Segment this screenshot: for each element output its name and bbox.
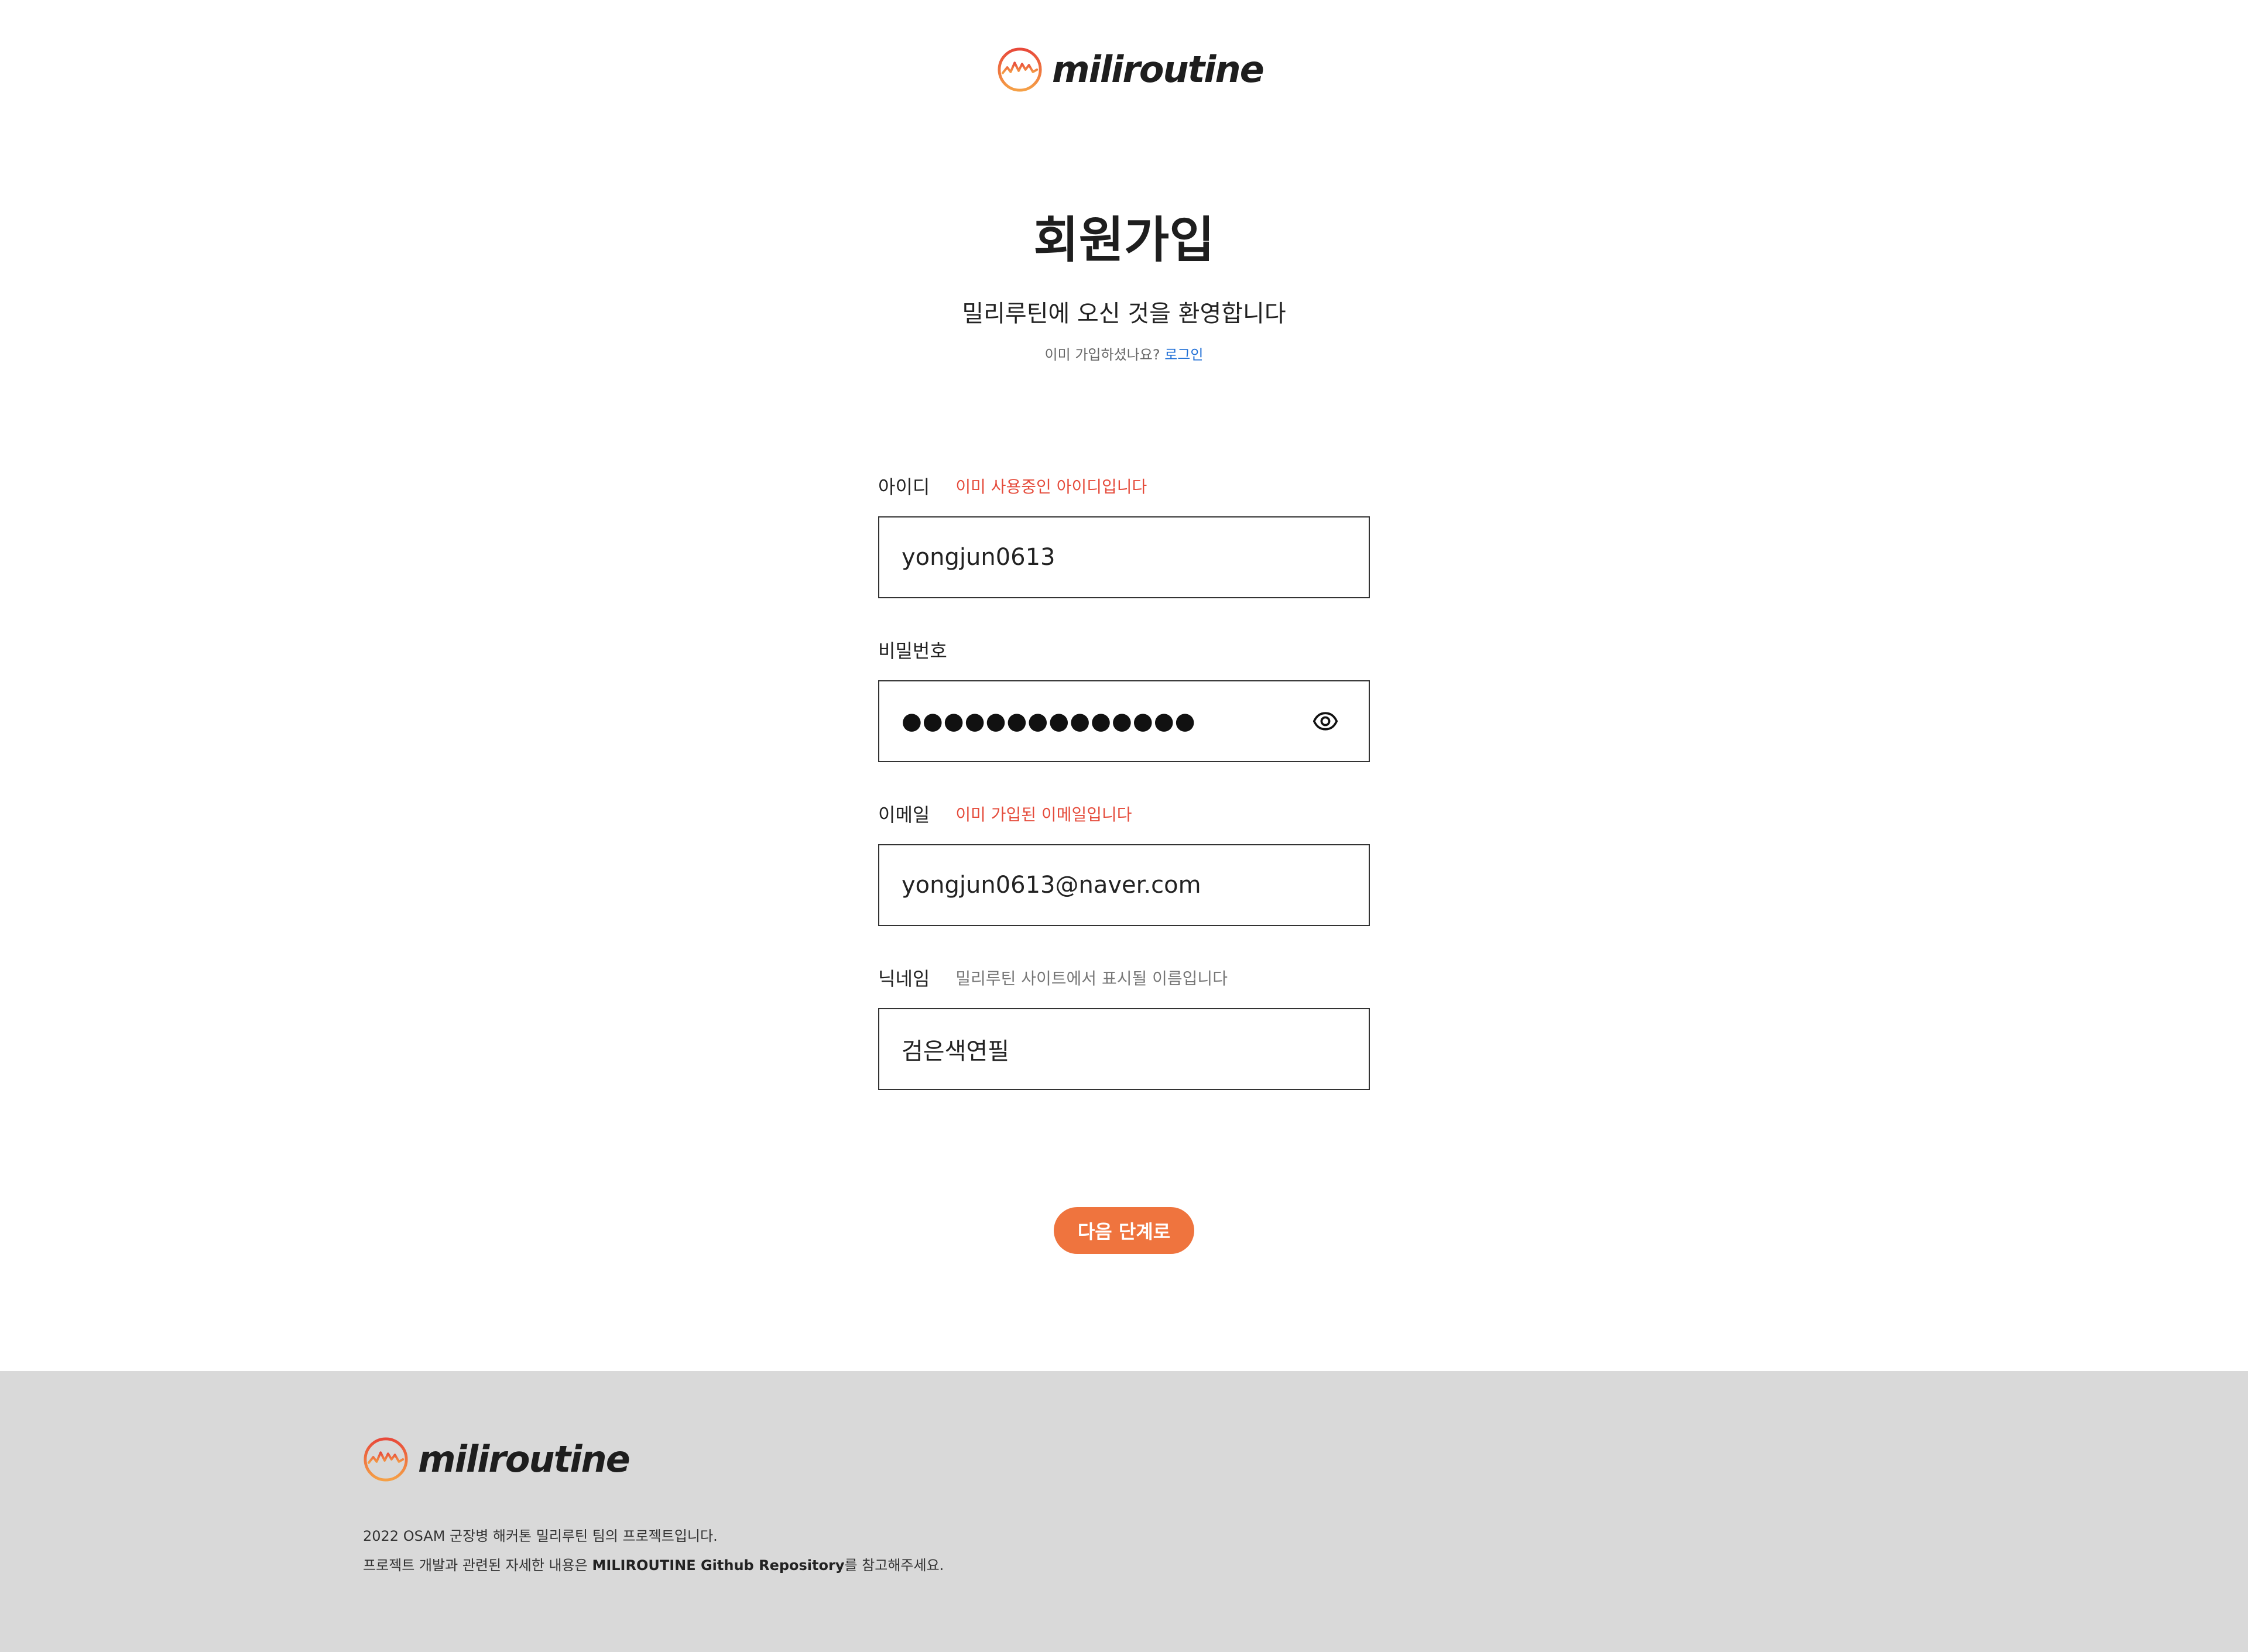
footer-repo-prefix: 프로젝트 개발과 관련된 자세한 내용은 <box>363 1557 592 1574</box>
eye-icon <box>1313 712 1338 731</box>
login-link[interactable]: 로그인 <box>1164 347 1203 363</box>
username-input[interactable] <box>879 517 1311 597</box>
email-label: 이메일 <box>878 804 930 826</box>
email-field-group: 이메일 이미 가입된 이메일입니다 <box>878 803 1370 926</box>
password-input[interactable]: ●●●●●●●●●●●●●● <box>878 680 1370 762</box>
nickname-field-group: 닉네임 밀리루틴 사이트에서 표시될 이름입니다 <box>878 967 1370 1090</box>
show-password-button[interactable] <box>1308 704 1343 739</box>
footer-repo-text: 프로젝트 개발과 관련된 자세한 내용은 MILIROUTINE Github … <box>363 1558 944 1572</box>
mountain-circle-icon <box>364 1437 408 1482</box>
nickname-input[interactable] <box>879 1009 1311 1089</box>
password-label: 비밀번호 <box>878 640 947 662</box>
password-masked-value: ●●●●●●●●●●●●●● <box>902 708 1196 735</box>
footer-repo-suffix: 를 참고해주세요. <box>844 1557 944 1574</box>
nickname-label: 닉네임 <box>878 968 930 990</box>
footer-logo[interactable]: miliroutine <box>363 1434 630 1485</box>
mountain-circle-icon <box>998 47 1042 92</box>
page-subtitle: 밀리루틴에 오신 것을 환영합니다 <box>962 300 1286 327</box>
email-input-box <box>878 844 1370 926</box>
already-registered-text: 이미 가입하셨나요? <box>1044 347 1160 363</box>
footer: miliroutine 2022 OSAM 군장병 해커톤 밀리루틴 팀의 프로… <box>0 1371 2248 1652</box>
username-input-box <box>878 516 1370 598</box>
header-logo[interactable]: miliroutine <box>997 44 1264 95</box>
username-field-group: 아이디 이미 사용중인 아이디입니다 <box>878 475 1370 598</box>
nickname-input-box <box>878 1008 1370 1090</box>
email-error-message: 이미 가입된 이메일입니다 <box>955 805 1132 824</box>
github-repository-link[interactable]: MILIROUTINE Github Repository <box>592 1557 844 1574</box>
footer-project-text: 2022 OSAM 군장병 해커톤 밀리루틴 팀의 프로젝트입니다. <box>363 1528 718 1544</box>
nickname-hint: 밀리루틴 사이트에서 표시될 이름입니다 <box>955 969 1228 988</box>
email-input[interactable] <box>879 845 1311 925</box>
next-step-button[interactable]: 다음 단계로 <box>1054 1207 1194 1254</box>
password-field-group: 비밀번호 ●●●●●●●●●●●●●● <box>878 639 1370 762</box>
already-registered-prompt: 이미 가입하셨나요? 로그인 <box>0 348 2248 362</box>
footer-brand-name: miliroutine <box>418 1438 630 1480</box>
brand-name: miliroutine <box>1052 48 1264 91</box>
username-label: 아이디 <box>878 476 930 498</box>
username-error-message: 이미 사용중인 아이디입니다 <box>955 477 1147 496</box>
page-title: 회원가입 <box>1033 211 1215 269</box>
